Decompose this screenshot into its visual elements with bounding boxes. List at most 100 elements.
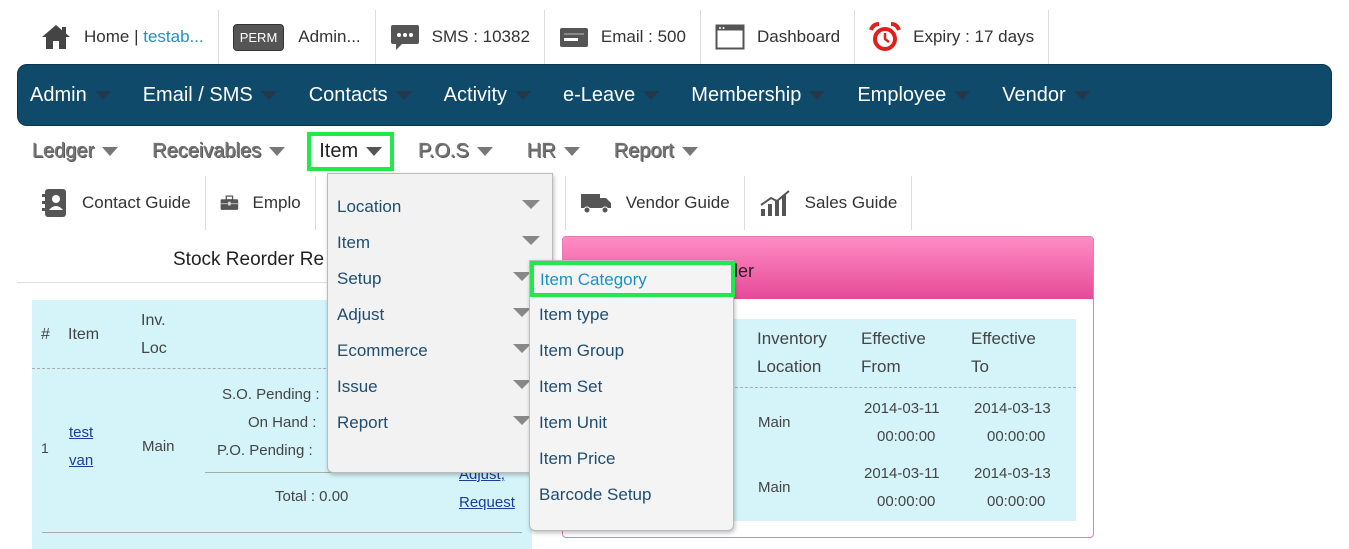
vendor-guide[interactable]: Vendor Guide [566, 176, 745, 230]
nav-report[interactable]: Report [614, 139, 698, 163]
window-icon [715, 24, 745, 50]
chat-bubble-icon [390, 25, 419, 50]
submenu-item-type[interactable]: Item type [539, 305, 609, 325]
nav-hr-label: HR [526, 139, 556, 162]
employee-guide-label: Emplo [252, 193, 301, 212]
menu-item-issue[interactable]: Issue [337, 377, 527, 397]
col-inv-line1: Inv. [141, 312, 166, 329]
nav-email-sms-label: Email / SMS [142, 83, 253, 106]
menu-item-ecommerce-label: Ecommerce [337, 341, 428, 360]
submenu-item-type-label: Item type [539, 305, 609, 324]
nav-email-sms[interactable]: Email / SMS [143, 84, 277, 107]
submenu-item-price[interactable]: Item Price [539, 449, 616, 469]
submenu-item-unit[interactable]: Item Unit [539, 413, 607, 433]
email-item[interactable]: Email : 500 [545, 10, 701, 64]
col-from-line2: From [861, 357, 901, 376]
chevron-down-icon [954, 90, 971, 100]
menu-item-adjust[interactable]: Adjust [337, 305, 527, 325]
submenu-item-unit-label: Item Unit [539, 413, 608, 432]
nav-admin[interactable]: Admin [30, 84, 111, 107]
row-divider [730, 387, 1076, 388]
menu-item-setup[interactable]: Setup [337, 269, 527, 289]
nav-vendor[interactable]: Vendor [1002, 84, 1090, 107]
expiry-label: Expiry : 17 days [913, 27, 1035, 46]
sales-guide[interactable]: Sales Guide [745, 176, 913, 230]
dashboard-item[interactable]: Dashboard [701, 10, 856, 64]
admin-item[interactable]: PERM Admin... [219, 10, 376, 64]
nav-receivables-label: Receivables [152, 139, 262, 162]
briefcase-icon [220, 195, 238, 210]
menu-item-report[interactable]: Report [337, 413, 527, 433]
nav-contacts-label: Contacts [308, 83, 388, 106]
truck-icon [580, 194, 611, 214]
home-item[interactable]: Home | testab... [28, 10, 219, 64]
menu-item-location[interactable]: Location [337, 197, 543, 217]
chevron-down-icon [269, 146, 286, 156]
col-hash: # [41, 326, 50, 343]
nav-pos-label: P.O.S [418, 139, 469, 162]
nav-contacts[interactable]: Contacts [309, 84, 412, 107]
nav-item[interactable]: Item [307, 131, 395, 171]
sms-item[interactable]: SMS : 10382 [376, 10, 545, 64]
employee-guide[interactable]: Emplo [206, 176, 316, 230]
col-from-line1: Effective [861, 329, 926, 348]
submenu-barcode-setup[interactable]: Barcode Setup [539, 485, 651, 505]
row-to-time: 00:00:00 [987, 428, 1046, 445]
nav-ledger-label: Ledger [32, 139, 95, 162]
row-location: Main [758, 414, 791, 431]
vendor-guide-label: Vendor Guide [625, 193, 730, 212]
submenu-item-group[interactable]: Item Group [539, 341, 624, 361]
nav-pos[interactable]: P.O.S [418, 139, 493, 163]
nav-eleave[interactable]: e-Leave [563, 84, 660, 107]
row-divider [42, 532, 522, 533]
submenu-item-category[interactable]: Item Category [530, 261, 735, 297]
contact-guide-label: Contact Guide [82, 193, 191, 212]
email-label: Email : 500 [600, 27, 686, 46]
row-from-time: 00:00:00 [877, 428, 936, 445]
sms-label: SMS : 10382 [431, 27, 530, 46]
row-item-link-2[interactable]: van [69, 452, 93, 469]
contact-guide[interactable]: Contact Guide [28, 176, 206, 230]
item-dropdown-menu: Location Item Setup Adjust Ecommerce Iss… [327, 173, 553, 473]
nav-ledger[interactable]: Ledger [32, 139, 119, 163]
submenu-item-set[interactable]: Item Set [539, 377, 602, 397]
submenu-item-category-label: Item Category [540, 270, 647, 289]
main-nav: Admin Email / SMS Contacts Activity e-Le… [17, 64, 1332, 126]
menu-item-issue-label: Issue [337, 377, 378, 396]
row-to-date: 2014-03-13 [974, 400, 1051, 417]
chevron-down-icon [522, 200, 540, 209]
nav-membership[interactable]: Membership [691, 84, 826, 107]
col-to-line1: Effective [971, 329, 1036, 348]
total-label: Total : 0.00 [275, 488, 349, 505]
chevron-down-icon [260, 90, 277, 100]
nav-receivables[interactable]: Receivables [152, 139, 286, 163]
chevron-down-icon [515, 90, 532, 100]
nav-activity-label: Activity [443, 83, 508, 106]
alarm-clock-icon [869, 22, 902, 51]
menu-item-item[interactable]: Item [337, 233, 543, 253]
chevron-down-icon [643, 90, 660, 100]
on-hand-label: On Hand : [248, 414, 317, 431]
nav-employee[interactable]: Employee [857, 83, 971, 107]
chevron-down-icon [809, 90, 826, 100]
perm-badge: PERM [232, 23, 285, 51]
request-link[interactable]: Request [459, 494, 515, 511]
email-card-icon [559, 28, 588, 47]
nav-employee-label: Employee [857, 83, 947, 106]
row-item-link[interactable]: test [69, 424, 93, 441]
nav-activity[interactable]: Activity [443, 83, 532, 107]
menu-item-ecommerce[interactable]: Ecommerce [337, 341, 527, 361]
submenu-item-price-label: Item Price [539, 449, 616, 468]
inventory-table: Inventory Location Effective From Effect… [730, 319, 1076, 521]
po-pending-label: P.O. Pending : [217, 442, 313, 459]
home-label: Home | [84, 27, 139, 46]
chevron-down-icon [563, 146, 580, 156]
menu-item-setup-label: Setup [337, 269, 382, 288]
setup-submenu: Item Category Item type Item Group Item … [529, 260, 735, 531]
bar-chart-icon [760, 190, 790, 216]
expiry-item: Expiry : 17 days [855, 10, 1050, 64]
chevron-down-icon [94, 90, 111, 100]
secondary-nav: Ledger Receivables Item P.O.S HR Report [18, 128, 732, 174]
home-link[interactable]: testab... [143, 27, 203, 47]
nav-hr[interactable]: HR [526, 139, 580, 163]
